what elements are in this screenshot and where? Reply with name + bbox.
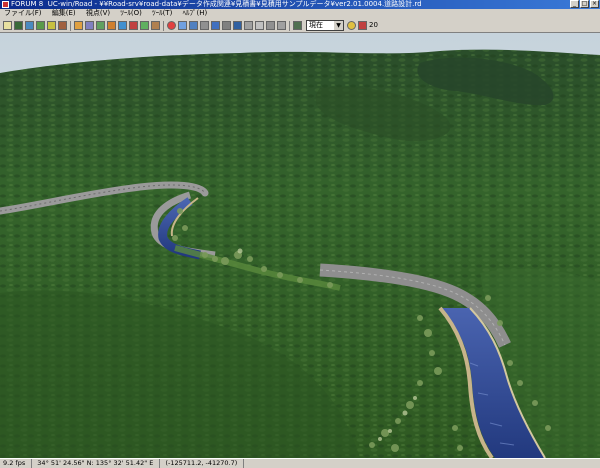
water-icon[interactable] — [118, 21, 127, 30]
tree-icon[interactable] — [36, 21, 45, 30]
lock-icon[interactable] — [244, 21, 253, 30]
toolbar: 現在 ▼ 20 — [0, 18, 600, 33]
toolbar-separator — [70, 21, 71, 31]
close-button[interactable]: × — [590, 0, 599, 8]
app-icon[interactable] — [2, 1, 9, 8]
terrain-icon[interactable] — [14, 21, 23, 30]
menu-bar: ファイル(F) 編集(E) 視点(V) ﾂｰﾙ(O) ﾂｰﾙ(T) ﾍﾙﾌﾟ(H… — [0, 9, 600, 18]
model-icon[interactable] — [58, 21, 67, 30]
title-bar: FORUM 8 UC-win/Road - ¥¥Road-srv¥road-da… — [0, 0, 600, 9]
fps-readout: 9.2 fps — [0, 459, 33, 468]
menu-file[interactable]: ファイル(F) — [0, 9, 46, 18]
stop-icon[interactable] — [167, 21, 176, 30]
menu-help[interactable]: ﾍﾙﾌﾟ(H) — [179, 9, 212, 18]
minimize-button[interactable]: _ — [570, 0, 579, 8]
rotate-icon[interactable] — [211, 21, 220, 30]
walk-icon[interactable] — [233, 21, 242, 30]
flag-icon[interactable] — [358, 21, 367, 30]
sun-icon[interactable] — [347, 21, 356, 30]
zoom-icon[interactable] — [222, 21, 231, 30]
coordinate-readout: (-125711.2, -41270.7) — [163, 459, 245, 468]
settings-icon[interactable] — [266, 21, 275, 30]
info-icon[interactable] — [277, 21, 286, 30]
move-icon[interactable] — [200, 21, 209, 30]
road-icon[interactable] — [74, 21, 83, 30]
3d-viewport[interactable] — [0, 33, 600, 458]
window-title: UC-win/Road - ¥¥Road-srv¥road-data¥データ作成… — [47, 0, 422, 8]
bridge-icon[interactable] — [85, 21, 94, 30]
camera-icon[interactable] — [178, 21, 187, 30]
chevron-down-icon[interactable]: ▼ — [334, 21, 343, 30]
arrow-icon[interactable] — [189, 21, 198, 30]
menu-tools[interactable]: ﾂｰﾙ(T) — [148, 9, 176, 18]
app-name: FORUM 8 — [11, 0, 44, 8]
pen-icon[interactable] — [3, 21, 12, 30]
menu-view[interactable]: 視点(V) — [82, 9, 114, 18]
car-icon[interactable] — [107, 21, 116, 30]
maximize-button[interactable]: □ — [580, 0, 589, 8]
menu-edit[interactable]: 編集(E) — [48, 9, 80, 18]
toolbar-separator — [289, 21, 290, 31]
status-bar: 9.2 fps 34° 51' 24.56" N: 135° 32' 51.42… — [0, 458, 600, 468]
forest-icon[interactable] — [140, 21, 149, 30]
photo-icon[interactable] — [25, 21, 34, 30]
scene-icon[interactable] — [293, 21, 302, 30]
menu-options[interactable]: ﾂｰﾙ(O) — [116, 9, 145, 18]
house-icon[interactable] — [151, 21, 160, 30]
fps-field[interactable]: 20 — [369, 21, 378, 30]
latlon-readout: 34° 51' 24.56" N: 135° 32' 51.42" E — [34, 459, 161, 468]
window-controls: _ □ × — [570, 0, 599, 8]
toolbar-separator — [163, 21, 164, 31]
folder-icon[interactable] — [47, 21, 56, 30]
plant-icon[interactable] — [96, 21, 105, 30]
time-select[interactable]: 現在 ▼ — [306, 20, 344, 31]
grid-icon[interactable] — [255, 21, 264, 30]
sign-icon[interactable] — [129, 21, 138, 30]
